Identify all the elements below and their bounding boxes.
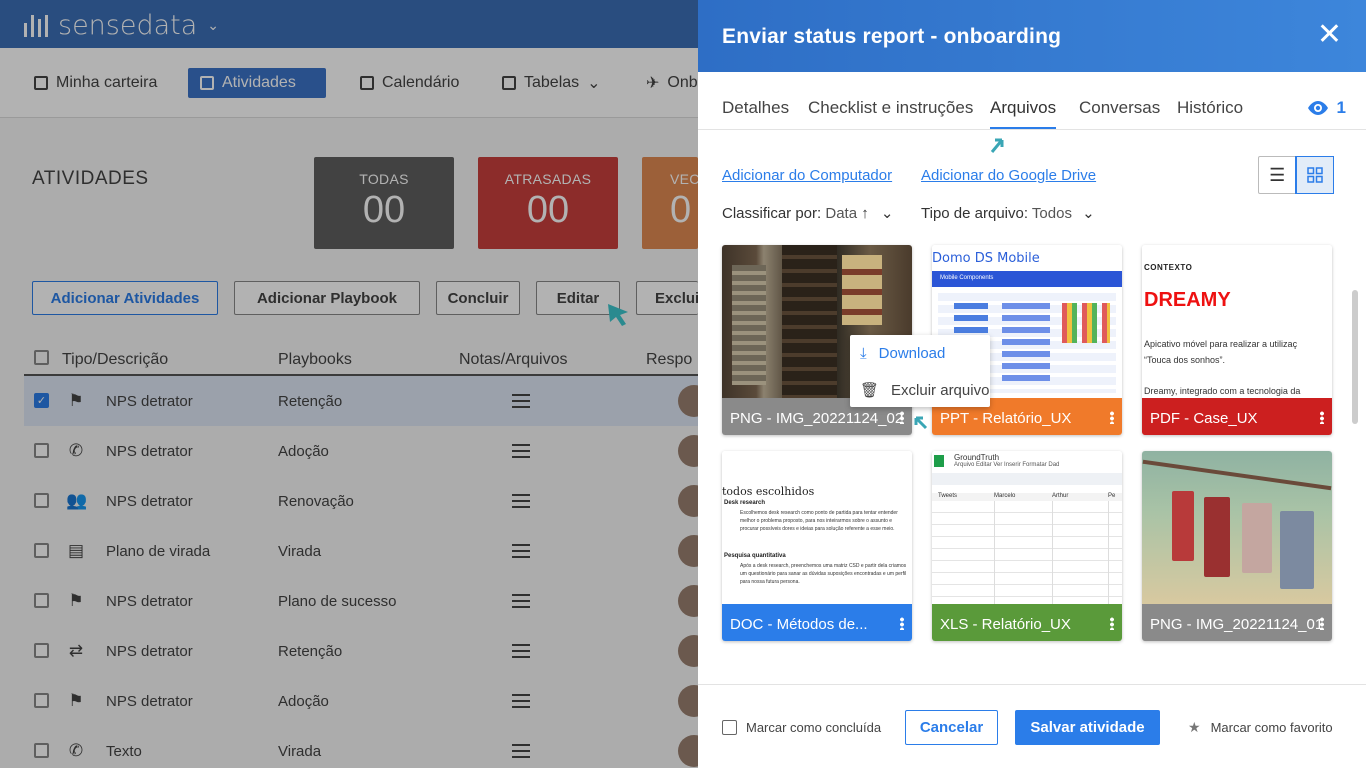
thumb-text: Mobile Components [932,271,1122,287]
trash-icon: 🗑 [860,382,880,399]
panel-tabs: Detalhes Checklist e instruções Arquivos… [698,72,1366,130]
watchers-count: 1 [1336,98,1346,117]
close-icon[interactable]: ✕ [1317,20,1342,50]
file-type-select[interactable]: Tipo de arquivo: Todos ⌄ [921,204,1095,222]
view-toggle: ☰ [1258,156,1334,194]
tab-detalhes[interactable]: Detalhes [722,98,789,118]
list-icon: ☰ [1269,164,1286,185]
watchers-button[interactable]: 1 [1307,98,1346,118]
more-options-icon[interactable] [1320,617,1324,630]
file-card[interactable]: PNG - IMG_20221124_01 [1142,451,1332,641]
file-thumbnail: todos escolhidos Desk research Escolhemo… [722,451,912,604]
tab-conversas[interactable]: Conversas [1079,98,1160,118]
favorite-button[interactable]: ★ Marcar como favorito [1188,719,1333,736]
add-from-drive-link[interactable]: Adicionar do Google Drive [921,167,1096,184]
file-thumbnail [1142,451,1332,604]
thumb-text: Após a desk research, preenchemos uma ma… [740,563,907,585]
sort-value: Data [825,205,858,222]
arrow-up-icon: ↑ [861,205,869,222]
cancel-button[interactable]: Cancelar [905,710,998,745]
thumb-text: Desk research [724,500,766,506]
add-from-computer-link[interactable]: Adicionar do Computador [722,167,892,184]
eye-icon [1307,101,1328,115]
download-menu-item[interactable]: ⤓ Download [860,341,945,365]
thumb-text: Marcelo [994,493,1016,499]
file-card[interactable]: CONTEXTO DREAMY Apicativo móvel para rea… [1142,245,1332,435]
file-label: PNG - IMG_20221124_01 [1142,604,1332,641]
panel-title: Enviar status report - onboarding [722,25,1062,48]
file-name: DOC - Métodos de... [730,616,868,633]
file-thumbnail: GroundTruth Arquivo Editar Ver Inserir F… [932,451,1122,604]
more-options-icon[interactable] [900,411,904,424]
thumb-text: Dreamy, integrado com a tecnologia da [1144,386,1301,396]
file-card[interactable]: GroundTruth Arquivo Editar Ver Inserir F… [932,451,1122,641]
mark-complete-checkbox[interactable] [722,720,737,735]
more-options-icon[interactable] [1110,617,1114,630]
thumb-text: Arquivo Editar Ver Inserir Formatar Dad [954,462,1060,468]
more-options-icon[interactable] [1320,411,1324,424]
thumb-text: Arthur [1052,493,1069,499]
file-card[interactable]: todos escolhidos Desk research Escolhemo… [722,451,912,641]
thumb-text: GroundTruth [954,453,1000,462]
list-view-button[interactable]: ☰ [1259,157,1296,193]
file-type-label: Tipo de arquivo: [921,205,1029,222]
grid-icon [1307,167,1323,183]
sort-select[interactable]: Classificar por: Data ↑ ⌄ [722,204,893,222]
delete-file-menu-item[interactable]: 🗑 Excluir arquivo [860,378,989,402]
activity-side-panel: Enviar status report - onboarding ✕ Deta… [698,0,1366,768]
thumb-text: Tweets [938,493,958,499]
tab-checklist[interactable]: Checklist e instruções [808,98,973,118]
mark-complete-label: Marcar como concluída [746,720,882,735]
sort-label: Classificar por: [722,205,822,222]
thumb-text: todos escolhidos [722,485,815,498]
file-name: PNG - IMG_20221124_01 [1150,616,1324,633]
thumb-text: “Touca dos sonhos”. [1144,355,1226,365]
star-icon: ★ [1188,719,1201,735]
file-type-value: Todos [1031,205,1072,222]
file-label: PDF - Case_UX [1142,398,1332,435]
tab-historico[interactable]: Histórico [1177,98,1243,118]
thumb-text: Apicativo móvel para realizar a utilizaç [1144,339,1298,349]
download-icon: ⤓ [860,344,867,362]
thumb-text: DREAMY [1144,289,1231,311]
panel-scrollbar[interactable] [1352,290,1358,424]
sheets-icon [934,455,944,467]
tab-arquivos[interactable]: Arquivos [990,98,1057,129]
thumb-text: Pesquisa quantitativa [724,553,786,559]
file-label: XLS - Relatório_UX [932,604,1122,641]
menu-item-label: Download [878,344,946,362]
chevron-down-icon: ⌄ [880,205,894,222]
thumb-text: Domo DS Mobile [932,251,1040,266]
thumb-text: CONTEXTO [1144,263,1193,272]
file-thumbnail: CONTEXTO DREAMY Apicativo móvel para rea… [1142,245,1332,398]
file-name: PPT - Relatório_UX [940,410,1072,427]
menu-item-label: Excluir arquivo [891,381,990,399]
thumb-text: Escolhemos desk research como ponto de p… [740,510,898,532]
more-options-icon[interactable] [1110,411,1114,424]
panel-header: Enviar status report - onboarding ✕ [698,0,1366,72]
cursor-icon [608,304,628,326]
cursor-icon [990,138,1004,153]
thumb-text: Pe [1108,493,1116,499]
panel-footer: Marcar como concluída Cancelar Salvar at… [698,684,1366,768]
more-options-icon[interactable] [900,617,904,630]
file-name: PNG - IMG_20221124_02 [730,410,904,427]
app-root: sensedata ⌄ Minha carteira Atividades Ca… [0,0,1366,768]
cursor-icon [914,416,928,430]
file-context-menu: ⤓ Download 🗑 Excluir arquivo [850,335,990,407]
file-name: XLS - Relatório_UX [940,616,1071,633]
file-name: PDF - Case_UX [1150,410,1258,427]
file-label: DOC - Métodos de... [722,604,912,641]
save-activity-button[interactable]: Salvar atividade [1015,710,1160,745]
modal-backdrop[interactable] [0,0,698,768]
chevron-down-icon: ⌄ [1082,205,1095,222]
favorite-label: Marcar como favorito [1210,720,1333,735]
grid-view-button[interactable] [1294,156,1334,194]
